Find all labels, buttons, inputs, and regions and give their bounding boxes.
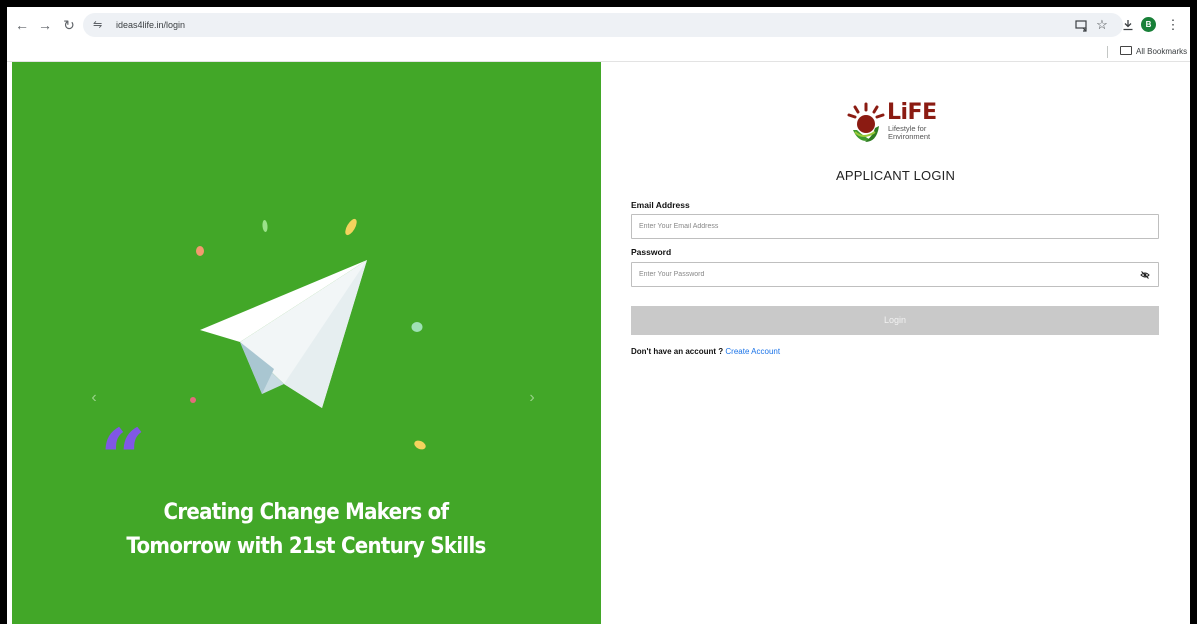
password-field[interactable]	[632, 263, 1119, 286]
back-arrow-icon[interactable]: ←	[11, 14, 33, 36]
carousel-next-button[interactable]: ›	[524, 388, 540, 408]
hero-tagline-line2: Tomorrow with 21st Century Skills	[126, 534, 486, 559]
download-icon[interactable]	[1118, 14, 1138, 36]
hero-tagline: Creating Change Makers of Tomorrow with …	[99, 496, 513, 564]
url-text[interactable]: ideas4life.in/login	[116, 18, 185, 32]
kebab-menu-icon[interactable]: ⋮	[1163, 14, 1183, 36]
email-field[interactable]	[632, 215, 1119, 238]
login-panel: LiFE Lifestyle for Environment APPLICANT…	[601, 62, 1190, 624]
tune-icon[interactable]: ⇋	[93, 17, 107, 33]
signup-row: Don't have an account ? Create Account	[631, 346, 780, 358]
email-label: Email Address	[631, 200, 690, 210]
bookmarks-separator	[1107, 46, 1108, 58]
life-logo: LiFE Lifestyle for Environment	[845, 100, 945, 146]
eye-slash-icon[interactable]	[1140, 270, 1150, 280]
star-icon[interactable]: ☆	[1092, 14, 1112, 36]
folder-icon[interactable]	[1120, 46, 1132, 55]
all-bookmarks-label[interactable]: All Bookmarks	[1136, 45, 1187, 59]
browser-window: ← → ↻ ⇋ ideas4life.in/login ☆ B ⋮ All Bo…	[7, 7, 1190, 624]
password-field-wrapper	[631, 262, 1159, 287]
email-field-wrapper	[631, 214, 1159, 239]
reload-icon[interactable]: ↻	[58, 14, 80, 36]
quote-mark-icon: “	[100, 411, 147, 505]
carousel-prev-button[interactable]: ‹	[86, 388, 102, 408]
create-account-link[interactable]: Create Account	[725, 347, 780, 356]
password-label: Password	[631, 247, 672, 257]
profile-avatar[interactable]: B	[1141, 17, 1156, 32]
logo-wordmark: LiFE	[887, 100, 937, 125]
logo-subtitle-line2: Environment	[888, 132, 931, 141]
bookmarks-bar: All Bookmarks	[7, 43, 1190, 62]
forward-arrow-icon[interactable]: →	[34, 14, 56, 36]
logo-subtitle: Lifestyle for Environment	[888, 125, 948, 141]
hero-tagline-line1: Creating Change Makers of	[163, 500, 450, 525]
address-bar[interactable]: ⇋ ideas4life.in/login	[83, 13, 1123, 37]
hero-carousel: ‹ › “ Creating Change Makers of Tomorrow…	[12, 62, 601, 624]
signup-prompt: Don't have an account ?	[631, 347, 724, 356]
install-app-icon[interactable]	[1071, 14, 1091, 36]
page-title: APPLICANT LOGIN	[835, 168, 956, 183]
browser-toolbar: ← → ↻ ⇋ ideas4life.in/login ☆ B ⋮	[7, 7, 1190, 43]
login-button[interactable]: Login	[631, 306, 1159, 335]
sun-leaf-emblem-icon	[847, 102, 885, 142]
